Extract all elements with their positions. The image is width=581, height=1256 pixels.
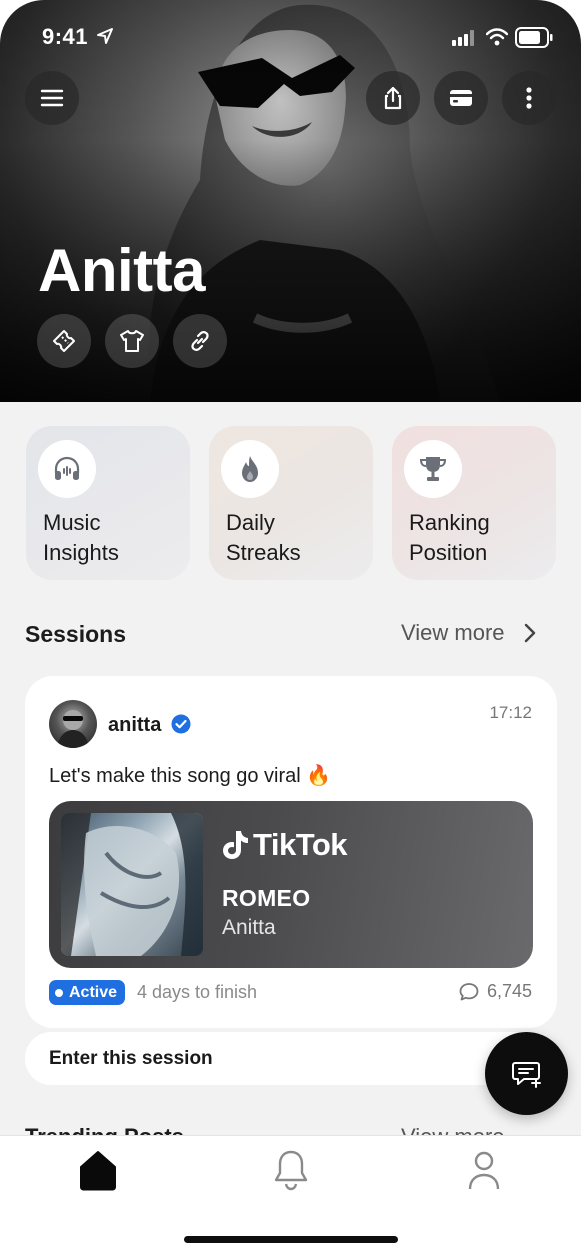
share-icon [384, 86, 402, 110]
days-remaining: 4 days to finish [137, 982, 258, 1002]
feature-icon-wrap [38, 440, 96, 498]
new-message-fab[interactable] [485, 1032, 568, 1115]
comments-count[interactable]: 6,745 [459, 981, 532, 1002]
status-bar: 9:41 [0, 0, 581, 76]
feature-icon-wrap [221, 440, 279, 498]
comment-icon [459, 982, 479, 1000]
more-options-button[interactable] [502, 71, 556, 125]
link-icon [191, 331, 209, 351]
status-label: Active [69, 983, 118, 1001]
home-indicator [184, 1236, 398, 1243]
feature-label-line: Ranking [409, 510, 490, 535]
status-badge: Active [49, 980, 126, 1005]
tickets-button[interactable] [37, 314, 91, 368]
chevron-right-icon [524, 623, 535, 643]
feature-label: Daily Streaks [226, 508, 366, 568]
menu-button[interactable] [25, 71, 79, 125]
feature-label-line: Streaks [226, 540, 301, 565]
message-plus-icon [511, 1061, 541, 1088]
tiktok-icon [223, 831, 248, 859]
session-timestamp: 17:12 [489, 703, 532, 722]
wifi-icon [486, 28, 508, 46]
feature-label-line: Music [43, 510, 101, 535]
view-more-label: View more [401, 620, 505, 645]
platform-logo: TikTok [221, 827, 348, 863]
tab-home[interactable] [76, 1148, 120, 1192]
artist-name: Anitta [38, 237, 205, 304]
feature-label-line: Daily [226, 510, 275, 535]
ticket-icon [53, 330, 75, 352]
avatar[interactable] [49, 700, 97, 748]
feature-label-line: Insights [43, 540, 119, 565]
feature-icon-wrap [404, 440, 462, 498]
platform-name: TikTok [253, 827, 348, 862]
comments-value: 6,745 [486, 981, 532, 1001]
card-icon [450, 90, 472, 106]
trophy-icon [419, 457, 447, 481]
avatar-image [57, 710, 89, 748]
app-screen: 9:41 Anitta Music Insights Daily Streaks… [0, 0, 581, 1256]
tab-profile[interactable] [462, 1148, 506, 1192]
feature-label: Music Insights [43, 508, 183, 568]
enter-session-button[interactable]: Enter this session [25, 1032, 557, 1085]
sessions-title: Sessions [25, 621, 126, 647]
menu-icon [40, 89, 64, 107]
track-card[interactable]: TikTok ROMEO Anitta [49, 801, 533, 968]
album-art [61, 813, 203, 956]
merch-button[interactable] [105, 314, 159, 368]
profile-icon [468, 1151, 500, 1190]
flame-icon [242, 456, 258, 482]
daily-streaks-card[interactable]: Daily Streaks [209, 426, 373, 580]
shirt-icon [120, 330, 144, 352]
status-time: 9:41 [42, 24, 89, 49]
artist-hero: 9:41 Anitta [0, 0, 581, 402]
bell-icon [274, 1150, 308, 1191]
more-icon [526, 87, 532, 109]
membership-card-button[interactable] [434, 71, 488, 125]
sessions-view-more-link[interactable]: View more [401, 620, 539, 646]
session-card[interactable]: anitta 17:12 Let's make this song go vir… [25, 676, 557, 1028]
home-icon [80, 1151, 116, 1191]
cellular-signal-icon [452, 30, 474, 46]
album-cover [61, 813, 203, 956]
links-button[interactable] [173, 314, 227, 368]
headphones-icon [54, 456, 80, 480]
ranking-position-card[interactable]: Ranking Position [392, 426, 556, 580]
location-arrow-icon [97, 28, 113, 44]
track-artist: Anitta [222, 916, 276, 939]
session-message: Let's make this song go viral 🔥 [49, 765, 332, 787]
session-username[interactable]: anitta [108, 714, 161, 737]
share-button[interactable] [366, 71, 420, 125]
tab-notifications[interactable] [269, 1148, 313, 1192]
status-dot-icon [55, 988, 63, 997]
battery-icon [515, 27, 553, 48]
track-title: ROMEO [222, 885, 311, 911]
feature-label: Ranking Position [409, 508, 549, 568]
music-insights-card[interactable]: Music Insights [26, 426, 190, 580]
bottom-tab-bar [0, 1135, 581, 1256]
feature-label-line: Position [409, 540, 488, 565]
verified-badge-icon [171, 714, 191, 734]
